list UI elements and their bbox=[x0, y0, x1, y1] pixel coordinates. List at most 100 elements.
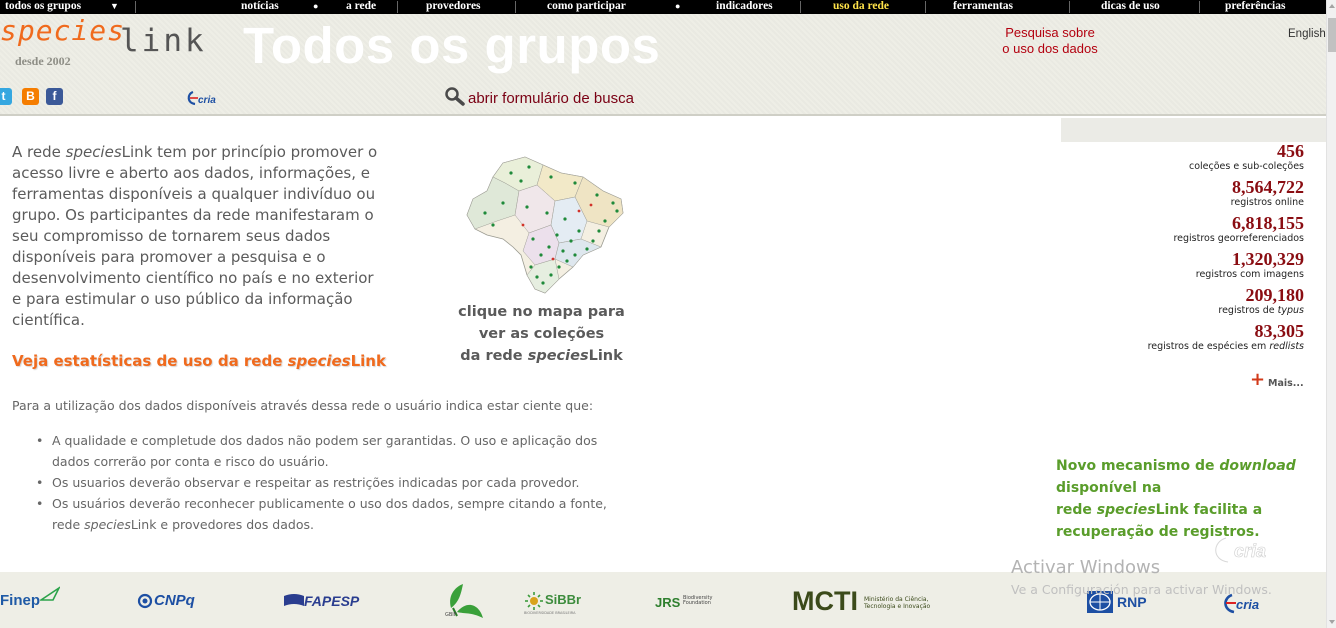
map-caption-line: clique no mapa para bbox=[458, 304, 625, 320]
nav-separator bbox=[800, 1, 801, 13]
map-caption-line: da rede speciesLink bbox=[460, 348, 623, 364]
stat-value: 8,564,722 bbox=[1232, 177, 1304, 197]
nav-separator bbox=[1199, 1, 1200, 13]
usage-conditions-list: A qualidade e completude dos dados não p… bbox=[34, 430, 674, 535]
scroll-up-icon[interactable] bbox=[1329, 4, 1335, 8]
site-header: species link desde 2002 Todos os grupos … bbox=[0, 14, 1326, 116]
stat-redlist-records: 83,305 registros de espécies em redlists bbox=[1040, 322, 1304, 358]
news-download-link[interactable]: Novo mecanismo de download disponível na… bbox=[1056, 455, 1311, 543]
scrollbar-thumb[interactable] bbox=[1328, 18, 1336, 52]
nav-item-indicadores[interactable]: indicadores bbox=[716, 0, 773, 13]
logo-species-text[interactable]: species bbox=[0, 14, 125, 47]
map-caption: clique no mapa para ver as coleções da r… bbox=[440, 301, 643, 367]
stat-online-records: 8,564,722 registros online bbox=[1040, 178, 1304, 214]
partner-fapesp-text: FAPESP bbox=[304, 593, 360, 609]
partner-jrs-text: JRS bbox=[655, 595, 681, 610]
nav-item-preferencias[interactable]: preferências bbox=[1225, 0, 1285, 13]
facebook-icon[interactable]: f bbox=[46, 88, 63, 105]
nav-separator bbox=[135, 1, 136, 13]
nav-dot: ● bbox=[675, 1, 681, 11]
partners-footer: Finep CNPq FAPESP GBIF SiBBr BIODIVERSID… bbox=[0, 572, 1326, 628]
survey-link-line: o uso dos dados bbox=[1002, 41, 1098, 56]
twitter-icon[interactable]: t bbox=[0, 88, 12, 105]
scroll-down-icon[interactable] bbox=[1329, 620, 1335, 624]
stat-typus-records: 209,180 registros de typus bbox=[1040, 286, 1304, 322]
stat-value: 209,180 bbox=[1245, 285, 1305, 305]
cria-logo-icon[interactable]: cria bbox=[186, 89, 232, 107]
news-line: rede speciesLink facilita a bbox=[1056, 502, 1263, 518]
cria-logo-text: cria bbox=[198, 95, 216, 106]
stat-value: 83,305 bbox=[1254, 321, 1305, 341]
nav-item-uso-da-rede[interactable]: uso da rede bbox=[833, 0, 889, 13]
list-item: Os usuarios deverão observar e respeitar… bbox=[34, 472, 674, 493]
jrs-sublabel-line: Foundation bbox=[683, 600, 711, 606]
stats-panel-header bbox=[1061, 118, 1326, 142]
blogger-icon[interactable]: B bbox=[22, 88, 39, 105]
top-nav: todos os grupos ▼ notícias ● a rede prov… bbox=[0, 0, 1326, 14]
search-link-label: abrir formulário de busca bbox=[468, 90, 634, 107]
intro-line: científica. bbox=[12, 311, 85, 329]
stat-label: coleções e sub-coleções bbox=[1188, 161, 1304, 172]
intro-line: grupo. Os participantes da rede manifest… bbox=[12, 206, 374, 224]
gbif-sublabel: GBIF bbox=[445, 612, 457, 618]
brazil-collections-map[interactable] bbox=[463, 155, 628, 297]
stat-label: registros de espécies em redlists bbox=[1147, 341, 1304, 352]
intro-line: e para estimular o uso público da inform… bbox=[12, 290, 353, 308]
nav-separator bbox=[925, 1, 926, 13]
nav-dot: ● bbox=[313, 1, 319, 11]
list-item: A qualidade e completude dos dados não p… bbox=[34, 430, 674, 472]
usage-statistics-link[interactable]: Veja estatísticas de uso da rede species… bbox=[12, 352, 386, 370]
stat-value: 1,320,329 bbox=[1232, 249, 1304, 269]
partner-finep-logo[interactable]: Finep bbox=[0, 586, 60, 609]
nav-item-dicas-de-uso[interactable]: dicas de uso bbox=[1101, 0, 1160, 13]
survey-link-line: Pesquisa sobre bbox=[1005, 25, 1095, 40]
intro-line: disponíveis para promover a pesquisa e o bbox=[12, 248, 326, 266]
list-item-line: dados correrão por conta e risco do usuá… bbox=[52, 454, 329, 469]
partner-gbif-logo[interactable]: GBIF bbox=[443, 582, 485, 626]
nav-item-noticias[interactable]: notícias bbox=[241, 0, 279, 13]
survey-link[interactable]: Pesquisa sobre o uso dos dados bbox=[990, 25, 1110, 57]
more-stats-label: Mais... bbox=[1268, 378, 1304, 389]
intro-line: A rede speciesLink tem por princípio pro… bbox=[12, 143, 378, 161]
intro-line: seu compromisso de tornarem seus dados bbox=[12, 227, 331, 245]
network-stats: 456 coleções e sub-coleções 8,564,722 re… bbox=[1040, 142, 1304, 358]
logo-link-text[interactable]: link bbox=[120, 23, 207, 59]
page-title: Todos os grupos bbox=[243, 17, 661, 74]
stat-label: registros com imagens bbox=[1195, 269, 1304, 280]
partner-mcti-text: MCTI bbox=[792, 586, 858, 616]
stat-value: 6,818,155 bbox=[1232, 213, 1304, 233]
partner-finep-text: Finep bbox=[0, 592, 40, 609]
nav-separator bbox=[397, 1, 398, 13]
nav-item-como-participar[interactable]: como participar bbox=[547, 0, 626, 13]
nav-separator bbox=[1069, 1, 1070, 13]
news-line: disponível na bbox=[1056, 480, 1162, 496]
nav-separator bbox=[515, 1, 516, 13]
logo-since: desde 2002 bbox=[15, 54, 71, 68]
list-item-line: Os usuários deverão reconhecer publicame… bbox=[52, 496, 607, 511]
mcti-sublabel: Ministério da Ciência, Tecnologia e Inova… bbox=[864, 596, 931, 610]
news-line: Novo mecanismo de download bbox=[1056, 458, 1296, 474]
sibbr-sun-icon bbox=[525, 592, 543, 610]
mcti-sublabel-line: Tecnologia e Inovação bbox=[864, 602, 931, 610]
language-link-english[interactable]: English bbox=[1288, 28, 1326, 40]
vertical-scrollbar[interactable] bbox=[1326, 0, 1336, 628]
group-dropdown[interactable]: todos os grupos ▼ bbox=[5, 0, 119, 13]
nav-item-a-rede[interactable]: a rede bbox=[346, 0, 376, 13]
partner-cnpq-text: CNPq bbox=[154, 592, 195, 609]
cria-watermark-icon: cria bbox=[1214, 536, 1266, 564]
stat-georeferenced-records: 6,818,155 registros georreferenciados bbox=[1040, 214, 1304, 250]
stat-image-records: 1,320,329 registros com imagens bbox=[1040, 250, 1304, 286]
usage-disclaimer: Para a utilização dos dados disponíveis … bbox=[12, 398, 594, 413]
cnpq-swirl-icon bbox=[137, 593, 153, 609]
map-caption-line: ver as coleções bbox=[478, 326, 605, 342]
list-item-line: A qualidade e completude dos dados não p… bbox=[52, 433, 598, 448]
intro-paragraph: A rede speciesLink tem por princípio pro… bbox=[12, 142, 412, 331]
partner-sibbr-text: SiBBr bbox=[545, 592, 582, 607]
cria-footer-text: cria bbox=[1236, 597, 1259, 612]
nav-item-provedores[interactable]: provedores bbox=[426, 0, 481, 13]
page: todos os grupos ▼ notícias ● a rede prov… bbox=[0, 0, 1336, 628]
stat-collections: 456 coleções e sub-coleções bbox=[1040, 142, 1304, 178]
list-item: Os usuários deverão reconhecer publicame… bbox=[34, 493, 674, 535]
stat-label: registros de typus bbox=[1218, 305, 1304, 316]
nav-item-ferramentas[interactable]: ferramentas bbox=[953, 0, 1013, 13]
